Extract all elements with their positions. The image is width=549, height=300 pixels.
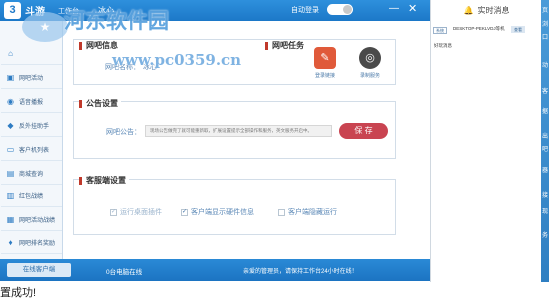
strip-char: 出: [542, 134, 549, 140]
shop-icon: ▤: [6, 169, 15, 178]
netcafe-tasks-title: 网吧任务: [265, 40, 304, 51]
app-logo: 3: [4, 2, 21, 19]
desktop-plugin-checkbox[interactable]: ✓: [110, 209, 117, 216]
sidebar-item-label: 网吧活动: [19, 76, 44, 82]
sidebar-item-label: 网吧排名奖励: [19, 241, 56, 247]
realtime-messages-header: 🔔 实时消息: [431, 0, 542, 20]
close-button[interactable]: ✕: [408, 2, 417, 15]
strip-char: 浏: [542, 22, 549, 28]
netcafe-info-title: 网吧信息: [79, 40, 118, 51]
strip-char: 页: [542, 8, 549, 14]
login-link-icon[interactable]: ✎: [314, 47, 336, 69]
sidebar-item-activity[interactable]: ▣ 网吧活动: [1, 67, 62, 89]
section-marker: [265, 41, 268, 50]
sidebar: ⌂ ▣ 网吧活动 ◉ 语音播报 ◆ 反外挂助手 ▭ 客户机列表 ▤ 商城查询 ▥…: [0, 21, 63, 259]
notice-title: 公告设置: [79, 98, 121, 109]
bell-icon: 🔔: [463, 5, 474, 15]
home-icon: ⌂: [8, 49, 13, 58]
notice-label: 网吧公告：: [106, 129, 141, 136]
realtime-messages-title: 实时消息: [477, 5, 510, 15]
hidden-run-label: 客户端隐藏运行: [288, 209, 337, 216]
watermark-logo: ★: [22, 12, 68, 42]
strip-char: 口: [542, 35, 549, 41]
task-label: 录制服务: [359, 73, 380, 79]
strip-char: 客: [542, 89, 549, 95]
sidebar-item-label: 语音播报: [19, 100, 44, 106]
strip-char: 务: [542, 233, 549, 239]
task-label: 登录链接: [314, 73, 335, 79]
watermark-url: www.pc0359.cn: [112, 51, 242, 69]
computer-icon: ▭: [6, 145, 15, 154]
sidebar-item-redpacket[interactable]: ▥ 红包战绩: [1, 185, 62, 207]
sidebar-item-label: 客户机列表: [19, 148, 50, 154]
sidebar-item-clients[interactable]: ▭ 客户机列表: [1, 139, 62, 161]
bottom-bar: 在线客户端 0台电脑在线 亲爱的管理员，请保持工作台24小时在线！: [0, 259, 430, 281]
status-message: 置成功!: [0, 287, 37, 299]
realtime-messages-panel: 🔔 实时消息 系统 DESKTOP-PEKLVDJ等机 查看 好玩消息: [430, 0, 541, 282]
message-view-button[interactable]: 查看: [511, 26, 525, 33]
section-marker: [79, 99, 82, 108]
strip-char: 接: [542, 193, 549, 199]
hardware-info-label: 客户端显示硬件信息: [191, 209, 254, 216]
hardware-info-checkbox[interactable]: ✓: [181, 209, 188, 216]
sidebar-item-ranking[interactable]: ♦ 网吧排名奖励: [1, 232, 62, 254]
sidebar-item-label: 网吧活动战绩: [19, 218, 56, 224]
minimize-button[interactable]: —: [389, 3, 399, 14]
online-count: 0台电脑在线: [106, 269, 143, 276]
client-settings-title: 客服端设置: [79, 175, 129, 186]
bottom-status: 置成功!: [0, 282, 549, 299]
toggle-knob: [343, 5, 352, 14]
strip-char: 器: [542, 168, 549, 174]
watermark-title: 河东软件园: [64, 8, 169, 33]
desktop-plugin-label: 运行桌面插件: [120, 209, 162, 216]
strip-char: 动: [542, 63, 549, 69]
trophy-icon: ▦: [6, 215, 15, 224]
strip-char: 吧: [542, 147, 549, 153]
sidebar-item-shop[interactable]: ▤ 商城查询: [1, 163, 62, 185]
sidebar-item-home[interactable]: ⌂: [1, 43, 62, 65]
redpacket-icon: ▥: [6, 191, 15, 200]
sidebar-item-label: 红包战绩: [19, 194, 44, 200]
sidebar-item-label: 反外挂助手: [19, 124, 50, 130]
section-marker: [79, 176, 82, 185]
side-strip: 页 浏 口 动 客 据 出 吧 器 接 现 务: [541, 0, 549, 282]
section-marker: [79, 41, 82, 50]
sidebar-item-anticheat[interactable]: ◆ 反外挂助手: [1, 115, 62, 137]
notice-input[interactable]: 现场公告做完了就可能重新取，扩展设置提示全部操作和服务，英文服务开启中。: [145, 125, 332, 137]
medal-icon: ♦: [8, 238, 13, 247]
online-clients-button[interactable]: 在线客户端: [7, 263, 71, 277]
strip-char: 现: [542, 209, 549, 215]
autologin-toggle[interactable]: [327, 4, 353, 15]
strip-char: 据: [542, 109, 549, 115]
sidebar-item-label: 商城查询: [19, 172, 44, 178]
shield-icon: ◆: [7, 121, 14, 130]
broadcast-icon: ◉: [7, 97, 14, 106]
record-service-icon[interactable]: ◎: [359, 47, 381, 69]
message-subtext: 好玩消息: [434, 43, 452, 48]
activity-icon: ▣: [6, 73, 15, 82]
sidebar-item-activity-record[interactable]: ▦ 网吧活动战绩: [1, 209, 62, 231]
sidebar-item-broadcast[interactable]: ◉ 语音播报: [1, 91, 62, 113]
message-tag: 系统: [433, 27, 447, 34]
hidden-run-checkbox[interactable]: [278, 209, 285, 216]
save-button[interactable]: 保 存: [339, 123, 388, 139]
autologin-label: 自动登录: [291, 7, 319, 14]
welcome-message: 亲爱的管理员，请保持工作台24小时在线！: [243, 269, 358, 275]
message-text: DESKTOP-PEKLVDJ等机: [453, 26, 505, 31]
